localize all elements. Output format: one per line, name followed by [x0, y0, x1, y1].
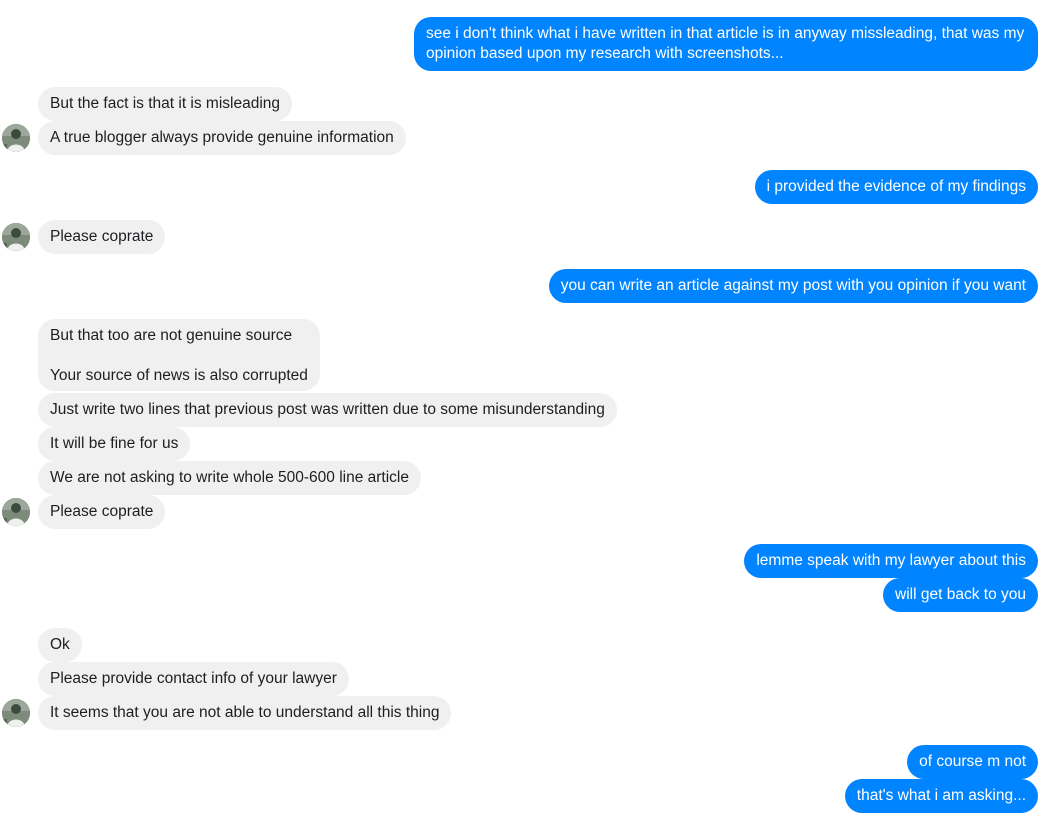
message-paragraph: But that too are not genuine source — [50, 327, 293, 344]
message-outgoing[interactable]: you can write an article against my post… — [548, 269, 1038, 303]
message-incoming[interactable]: Just write two lines that previous post … — [38, 393, 617, 427]
message-paragraph: Your source of news is also corrupted — [50, 367, 308, 384]
message-outgoing[interactable]: will get back to you — [883, 578, 1038, 612]
contact-avatar-icon[interactable] — [2, 498, 30, 526]
contact-avatar-icon[interactable] — [2, 124, 30, 152]
message-outgoing[interactable]: i provided the evidence of my findings — [754, 170, 1038, 204]
message-incoming[interactable]: But that too are not genuine source Your… — [38, 319, 320, 391]
message-outgoing[interactable]: see i don't think what i have written in… — [414, 17, 1038, 71]
message-incoming[interactable]: Please coprate — [38, 495, 166, 529]
message-incoming[interactable]: It will be fine for us — [38, 427, 191, 461]
message-incoming[interactable]: It seems that you are not able to unders… — [38, 696, 452, 730]
message-incoming[interactable]: But the fact is that it is misleading — [38, 87, 293, 121]
message-incoming[interactable]: A true blogger always provide genuine in… — [38, 121, 406, 155]
message-incoming[interactable]: Please coprate — [38, 220, 166, 254]
message-outgoing[interactable]: of course m not — [907, 745, 1038, 779]
message-outgoing[interactable]: lemme speak with my lawyer about this — [744, 544, 1038, 578]
contact-avatar-icon[interactable] — [2, 223, 30, 251]
message-incoming[interactable]: We are not asking to write whole 500-600… — [38, 461, 421, 495]
contact-avatar-icon[interactable] — [2, 699, 30, 727]
message-thread: see i don't think what i have written in… — [0, 0, 1046, 817]
message-incoming[interactable]: Please provide contact info of your lawy… — [38, 662, 349, 696]
message-outgoing[interactable]: that's what i am asking... — [844, 779, 1038, 813]
message-incoming[interactable]: Ok — [38, 628, 82, 662]
